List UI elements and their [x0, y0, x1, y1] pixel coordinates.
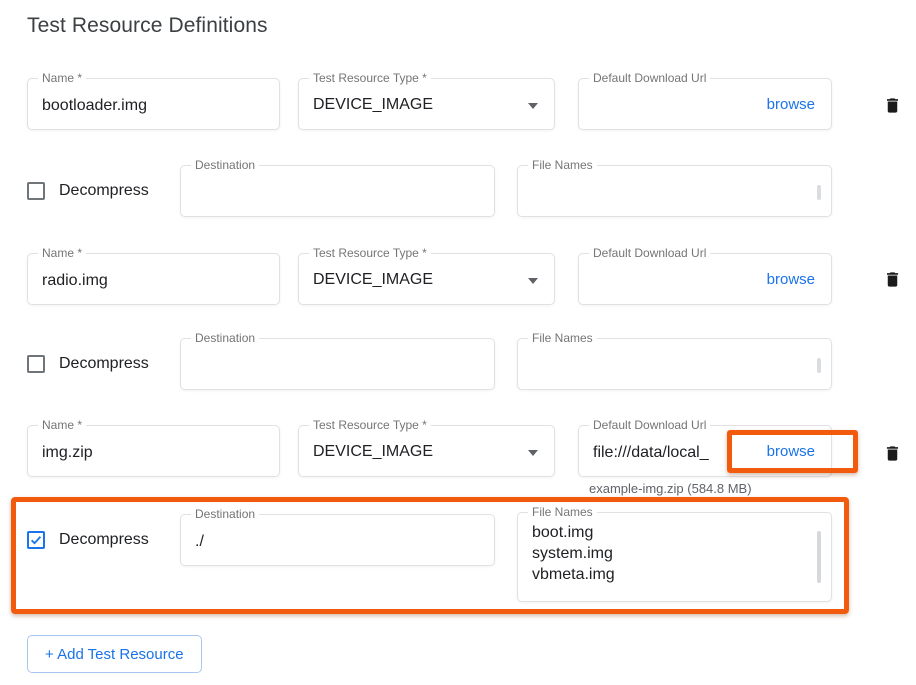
destination-input[interactable]	[181, 339, 494, 389]
file-names-field-label: File Names	[528, 331, 597, 346]
add-test-resource-button[interactable]: + Add Test Resource	[27, 635, 202, 673]
test-resource-definitions-form: Test Resource Definitions Name * Test Re…	[0, 0, 916, 685]
name-input[interactable]	[28, 426, 279, 476]
destination-input[interactable]	[181, 166, 494, 216]
trash-icon	[883, 95, 902, 116]
destination-field-label: Destination	[191, 158, 259, 173]
decompress-option: Decompress	[27, 514, 149, 566]
default-download-url-field[interactable]: Default Download Url browse	[578, 253, 832, 305]
delete-resource-button[interactable]	[880, 440, 904, 466]
file-names-field[interactable]: File Names	[517, 165, 832, 217]
default-download-url-field[interactable]: Default Download Url browse	[578, 425, 832, 477]
name-field-label: Name *	[38, 71, 86, 86]
chevron-down-icon[interactable]	[528, 103, 538, 109]
url-input[interactable]	[579, 254, 763, 304]
decompress-option: Decompress	[27, 338, 149, 390]
destination-field[interactable]: Destination	[180, 338, 495, 390]
browse-link[interactable]: browse	[763, 94, 819, 115]
file-names-field[interactable]: File Names	[517, 338, 832, 390]
destination-field[interactable]: Destination	[180, 514, 495, 566]
file-names-textarea[interactable]	[518, 166, 831, 216]
decompress-label: Decompress	[59, 531, 149, 549]
type-field-label: Test Resource Type *	[309, 246, 431, 261]
chevron-down-icon[interactable]	[528, 450, 538, 456]
delete-resource-button[interactable]	[880, 266, 904, 292]
file-names-textarea[interactable]: boot.img system.img vbmeta.img	[518, 513, 831, 601]
test-resource-type-select[interactable]: Test Resource Type * DEVICE_IMAGE	[298, 253, 555, 305]
name-field-label: Name *	[38, 246, 86, 261]
chevron-down-icon[interactable]	[528, 278, 538, 284]
destination-field[interactable]: Destination	[180, 165, 495, 217]
url-input[interactable]	[579, 79, 763, 129]
name-field-label: Name *	[38, 418, 86, 433]
url-field-label: Default Download Url	[589, 418, 710, 433]
test-resource-type-select[interactable]: Test Resource Type * DEVICE_IMAGE	[298, 78, 555, 130]
decompress-option: Decompress	[27, 165, 149, 217]
decompress-checkbox[interactable]	[27, 531, 45, 549]
name-input[interactable]	[28, 79, 279, 129]
decompress-label: Decompress	[59, 355, 149, 373]
name-field[interactable]: Name *	[27, 425, 280, 477]
file-names-field[interactable]: File Names boot.img system.img vbmeta.im…	[517, 512, 832, 602]
name-field[interactable]: Name *	[27, 253, 280, 305]
decompress-checkbox[interactable]	[27, 182, 45, 200]
browse-link[interactable]: browse	[763, 269, 819, 290]
scrollbar-thumb[interactable]	[817, 531, 821, 583]
url-field-label: Default Download Url	[589, 71, 710, 86]
name-field[interactable]: Name *	[27, 78, 280, 130]
scrollbar-thumb[interactable]	[817, 358, 821, 373]
test-resource-type-select[interactable]: Test Resource Type * DEVICE_IMAGE	[298, 425, 555, 477]
url-field-label: Default Download Url	[589, 246, 710, 261]
decompress-checkbox[interactable]	[27, 355, 45, 373]
name-input[interactable]	[28, 254, 279, 304]
type-field-label: Test Resource Type *	[309, 418, 431, 433]
page-title: Test Resource Definitions	[27, 14, 268, 38]
checkmark-icon	[29, 533, 43, 547]
trash-icon	[883, 269, 902, 290]
trash-icon	[883, 443, 902, 464]
default-download-url-field[interactable]: Default Download Url browse	[578, 78, 832, 130]
file-names-field-label: File Names	[528, 158, 597, 173]
file-size-hint: example-img.zip (584.8 MB)	[589, 481, 752, 496]
destination-field-label: Destination	[191, 507, 259, 522]
destination-field-label: Destination	[191, 331, 259, 346]
decompress-label: Decompress	[59, 182, 149, 200]
browse-link[interactable]: browse	[763, 441, 819, 462]
destination-input[interactable]	[181, 515, 494, 565]
file-names-field-label: File Names	[528, 505, 597, 520]
scrollbar-thumb[interactable]	[817, 185, 821, 200]
file-names-textarea[interactable]	[518, 339, 831, 389]
type-field-label: Test Resource Type *	[309, 71, 431, 86]
delete-resource-button[interactable]	[880, 92, 904, 118]
url-input[interactable]	[579, 426, 763, 476]
